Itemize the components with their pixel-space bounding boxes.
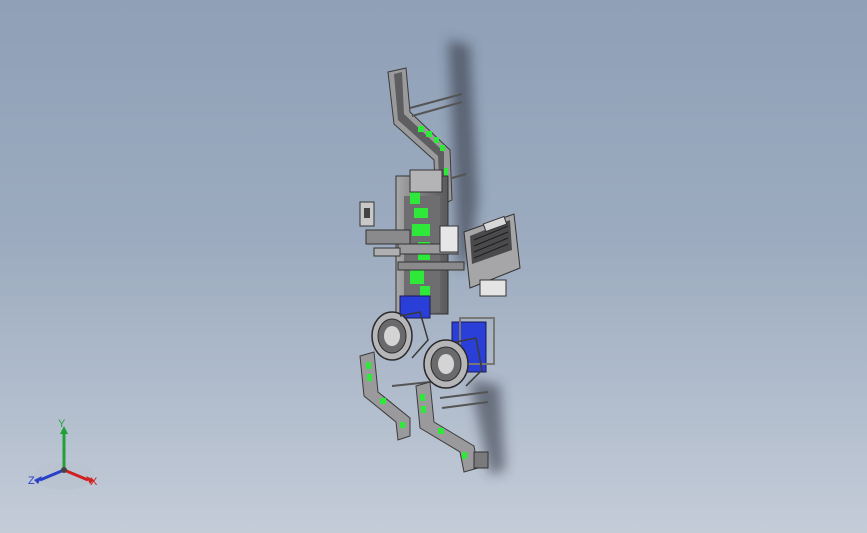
triad-label-y: Y [58,418,66,430]
triad-label-z: Z [28,475,35,487]
cad-viewport[interactable]: Y Z X [0,0,867,533]
orientation-triad[interactable]: Y Z X [24,418,104,494]
feeder-bowl-left[interactable] [371,311,429,361]
assembly-model[interactable] [0,0,867,533]
triad-label-x: X [90,476,98,488]
lower-left-chute[interactable] [359,351,411,441]
control-box[interactable] [439,213,521,297]
